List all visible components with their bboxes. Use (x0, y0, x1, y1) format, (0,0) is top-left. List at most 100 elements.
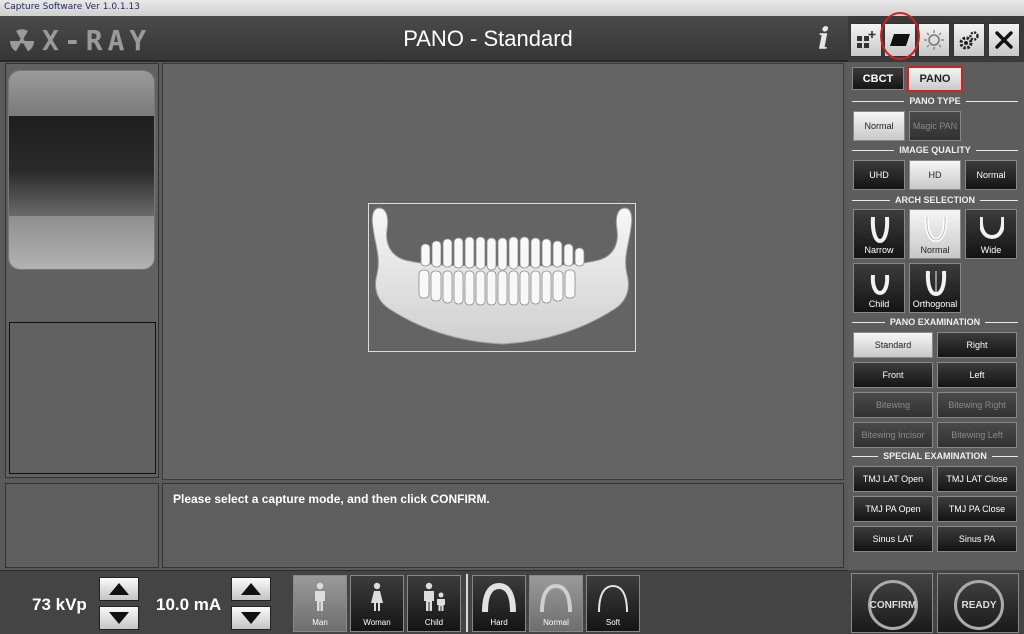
thumbnail-image[interactable] (8, 70, 155, 270)
arch-child-icon (870, 274, 890, 296)
special-tmj-pa-close-button[interactable]: TMJ PA Close (937, 496, 1017, 522)
ma-up-button[interactable] (231, 577, 271, 601)
arch-orthogonal-label: Orthogonal (912, 299, 958, 309)
section-special-examination-title: SPECIAL EXAMINATION (883, 451, 987, 461)
triangle-down-icon (109, 612, 129, 624)
patient-woman-label: Woman (363, 618, 391, 627)
app-header: X-RAY PANO - Standard i (0, 16, 848, 62)
arch-wide-button[interactable]: Wide (965, 209, 1017, 259)
density-normal-label: Normal (543, 618, 569, 627)
arch-normal-density-icon (540, 583, 572, 612)
arch-child-button[interactable]: Child (853, 263, 905, 313)
brightness-icon[interactable] (918, 23, 950, 57)
triangle-down-icon (241, 612, 261, 624)
window-title: Capture Software Ver 1.0.1.13 (4, 2, 140, 12)
exam-bitewing-button[interactable]: Bitewing (853, 392, 933, 418)
density-soft-label: Soft (605, 618, 621, 627)
triangle-up-icon (109, 583, 129, 595)
patient-woman-button[interactable]: Woman (350, 575, 404, 632)
patient-man-button[interactable]: Man (293, 575, 347, 632)
ma-down-button[interactable] (231, 606, 271, 630)
section-arch-selection-title: ARCH SELECTION (895, 195, 976, 205)
exam-bitewing-left-button[interactable]: Bitewing Left (937, 422, 1017, 448)
arch-wide-label: Wide (980, 245, 1002, 255)
arch-normal-icon (924, 216, 948, 243)
bottom-divider (466, 574, 468, 632)
kvp-down-button[interactable] (99, 606, 139, 630)
density-normal-button[interactable]: Normal (529, 575, 583, 632)
arch-narrow-icon (870, 216, 890, 243)
settings-icon[interactable] (953, 23, 985, 57)
close-icon[interactable] (988, 23, 1020, 57)
section-image-quality-title: IMAGE QUALITY (899, 145, 971, 155)
ready-label: READY (954, 580, 1004, 630)
density-hard-label: Hard (490, 618, 508, 627)
page-title: PANO - Standard (403, 26, 573, 51)
grid-add-icon[interactable] (850, 23, 882, 57)
ma-value: 10.0 mA (156, 595, 222, 614)
patient-child-button[interactable]: Child (407, 575, 461, 632)
arch-child-label: Child (868, 299, 890, 309)
section-image-quality: IMAGE QUALITY (852, 145, 1018, 155)
quality-hd-button[interactable]: HD (909, 160, 961, 190)
toolbar (848, 16, 1024, 62)
mode-cbct-button[interactable]: CBCT (852, 67, 904, 90)
message-box: Please select a capture mode, and then c… (162, 483, 844, 568)
special-tmj-pa-open-button[interactable]: TMJ PA Open (853, 496, 933, 522)
arch-orthogonal-icon (925, 270, 947, 297)
special-sinus-lat-button[interactable]: Sinus LAT (853, 526, 933, 552)
special-tmj-lat-open-button[interactable]: TMJ LAT Open (853, 466, 933, 492)
pano-type-normal-button[interactable]: Normal (853, 111, 905, 141)
quality-uhd-button[interactable]: UHD (853, 160, 905, 190)
density-soft-button[interactable]: Soft (586, 575, 640, 632)
exam-left-button[interactable]: Left (937, 362, 1017, 388)
status-message: Please select a capture mode, and then c… (173, 492, 490, 506)
arch-normal-button[interactable]: Normal (909, 209, 961, 259)
man-icon (315, 582, 325, 611)
arch-soft-icon (598, 584, 628, 612)
section-pano-examination: PANO EXAMINATION (852, 317, 1018, 327)
section-pano-type-title: PANO TYPE (909, 96, 961, 106)
exam-bitewing-incisor-button[interactable]: Bitewing Incisor (853, 422, 933, 448)
density-hard-button[interactable]: Hard (472, 575, 526, 632)
arch-normal-label: Normal (920, 245, 950, 255)
exam-right-button[interactable]: Right (937, 332, 1017, 358)
exam-front-button[interactable]: Front (853, 362, 933, 388)
special-sinus-pa-button[interactable]: Sinus PA (937, 526, 1017, 552)
mode-pano-button[interactable]: PANO (907, 66, 963, 92)
woman-icon (371, 582, 383, 611)
special-tmj-lat-close-button[interactable]: TMJ LAT Close (937, 466, 1017, 492)
section-special-examination: SPECIAL EXAMINATION (852, 451, 1018, 461)
pano-preview (368, 203, 636, 352)
logo: X-RAY (8, 24, 151, 57)
triangle-up-icon (241, 583, 261, 595)
child-icon (424, 582, 445, 611)
patient-man-label: Man (312, 618, 328, 627)
exam-bitewing-right-button[interactable]: Bitewing Right (937, 392, 1017, 418)
section-pano-type: PANO TYPE (852, 96, 1018, 106)
highlight-circle (880, 12, 920, 60)
section-pano-examination-title: PANO EXAMINATION (889, 317, 981, 327)
kvp-up-button[interactable] (99, 577, 139, 601)
patient-child-label: Child (424, 618, 444, 627)
arch-narrow-button[interactable]: Narrow (853, 209, 905, 259)
window-title-bar: Capture Software Ver 1.0.1.13 (0, 0, 1024, 16)
confirm-label: CONFIRM (868, 580, 918, 630)
logo-text: X-RAY (42, 24, 152, 57)
arch-narrow-label: Narrow (864, 245, 894, 255)
arch-hard-icon (482, 582, 516, 612)
confirm-button[interactable]: CONFIRM (851, 573, 933, 633)
thumbnail-empty-slot[interactable] (9, 322, 156, 474)
message-side-panel (5, 483, 159, 568)
section-arch-selection: ARCH SELECTION (852, 195, 1018, 205)
kvp-value: 73 kVp (32, 595, 87, 614)
arch-wide-icon (980, 216, 1004, 240)
ready-button[interactable]: READY (937, 573, 1019, 633)
info-icon[interactable]: i (818, 22, 829, 57)
exam-standard-button[interactable]: Standard (853, 332, 933, 358)
arch-orthogonal-button[interactable]: Orthogonal (909, 263, 961, 313)
jaw-illustration (371, 207, 633, 345)
radiation-icon (9, 28, 34, 51)
quality-normal-button[interactable]: Normal (965, 160, 1017, 190)
pano-type-magic-button[interactable]: Magic PAN (909, 111, 961, 141)
